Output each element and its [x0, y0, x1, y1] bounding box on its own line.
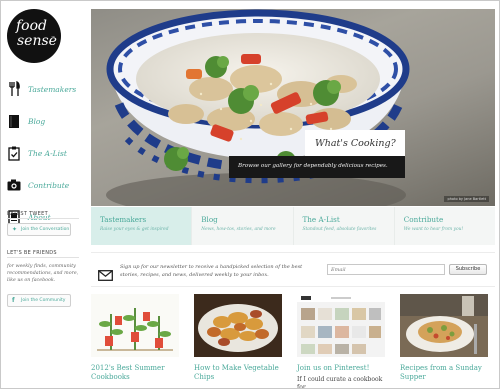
sidebar-item-tastemakers[interactable]: Tastemakers: [7, 77, 85, 101]
tab-subtitle: Raise your eyes & get inspired: [100, 227, 169, 232]
tab-a-list[interactable]: The A-List Standout feed, absolute favor…: [294, 207, 395, 245]
tab-title: Contribute: [403, 215, 444, 224]
section-divider: [91, 286, 495, 287]
sidebar-item-label: Tastemakers: [28, 84, 77, 94]
card-image: [400, 294, 488, 357]
sidebar-item-contribute[interactable]: Contribute: [7, 173, 85, 197]
email-field[interactable]: [327, 264, 445, 275]
category-tabs: Tastemakers Raise your eyes & get inspir…: [91, 207, 495, 245]
tab-contribute[interactable]: Contribute We want to hear from you!: [395, 207, 495, 245]
sidebar-divider: [7, 218, 79, 219]
card-image: [91, 294, 179, 357]
join-conversation-label: Join the Conversation: [21, 227, 70, 232]
tab-subtitle: Standout feed, absolute favorites: [302, 227, 377, 232]
hero-title: What's Cooking?: [305, 130, 405, 156]
lets-be-friends-heading: LET'S BE FRIENDS: [7, 250, 57, 256]
card-title: How to Make Vegetable Chips: [194, 364, 279, 381]
page-frame: food sense ™ Tastemakers Blog The A-List: [0, 0, 500, 389]
join-community-label: Join the Community: [21, 298, 66, 303]
card-title: Join us on Pinterest!: [297, 364, 370, 372]
tab-subtitle: We want to hear from you!: [403, 227, 464, 232]
logo-line-1: food: [16, 18, 48, 34]
newsletter-text: Sign up for our newsletter to receive a …: [120, 264, 303, 278]
sidebar-item-label: The A-List: [28, 148, 67, 158]
card-pinterest[interactable]: Join us on Pinterest! If I could curate …: [297, 294, 385, 389]
card-image: [297, 294, 385, 357]
card-title: 2012's Best Summer Cookbooks: [91, 364, 165, 381]
book-icon: [7, 113, 21, 129]
sidebar-divider: [7, 257, 79, 258]
tab-title: Blog: [201, 215, 218, 224]
card-title: Recipes from a Sunday Supper: [400, 364, 482, 381]
sidebar-item-label: Contribute: [28, 180, 70, 190]
sidebar-item-label: Blog: [28, 116, 46, 126]
pinterest-screenshot: [297, 294, 385, 357]
photo-credit: photo by Jane Bartlett: [444, 196, 489, 202]
cookbook-illustration: [91, 294, 179, 357]
sunday-supper-photo: [400, 294, 488, 357]
food-sense-logo[interactable]: food sense ™: [7, 9, 61, 63]
card-vegetable-chips[interactable]: How to Make Vegetable Chips: [194, 294, 282, 382]
tab-title: Tastemakers: [100, 215, 147, 224]
latest-tweet-heading: LATEST TWEET: [7, 211, 48, 217]
logo-trademark: ™: [51, 35, 55, 40]
tab-tastemakers[interactable]: Tastemakers Raise your eyes & get inspir…: [91, 207, 193, 245]
sidebar-item-a-list[interactable]: The A-List: [7, 141, 85, 165]
vegetable-chips-photo: [194, 294, 282, 357]
card-subtitle: If I could curate a cookbook for: [297, 376, 383, 389]
section-divider: [91, 252, 495, 253]
tab-blog[interactable]: Blog News, how-tos, stories, and more: [192, 207, 294, 245]
envelope-icon: [98, 266, 113, 281]
twitter-bird-icon: ✦: [12, 225, 18, 233]
friends-text: for weekly finds, community recommendati…: [7, 264, 79, 283]
join-community-button[interactable]: f Join the Community: [7, 294, 71, 307]
utensils-icon: [7, 81, 21, 97]
tab-subtitle: News, how-tos, stories, and more: [201, 227, 276, 232]
card-image: [194, 294, 282, 357]
card-sunday-supper[interactable]: Recipes from a Sunday Supper: [400, 294, 488, 382]
subscribe-button[interactable]: Subscribe: [449, 264, 487, 275]
sidebar-item-blog[interactable]: Blog: [7, 109, 85, 133]
card-summer-cookbooks[interactable]: 2012's Best Summer Cookbooks: [91, 294, 179, 382]
tab-title: The A-List: [302, 215, 340, 224]
camera-icon: [7, 177, 21, 193]
facebook-icon: f: [12, 296, 15, 304]
join-conversation-button[interactable]: ✦ Join the Conversation: [7, 223, 71, 236]
checklist-icon: [7, 145, 21, 161]
hero-subtitle[interactable]: Browse our gallery for dependably delici…: [229, 156, 405, 178]
